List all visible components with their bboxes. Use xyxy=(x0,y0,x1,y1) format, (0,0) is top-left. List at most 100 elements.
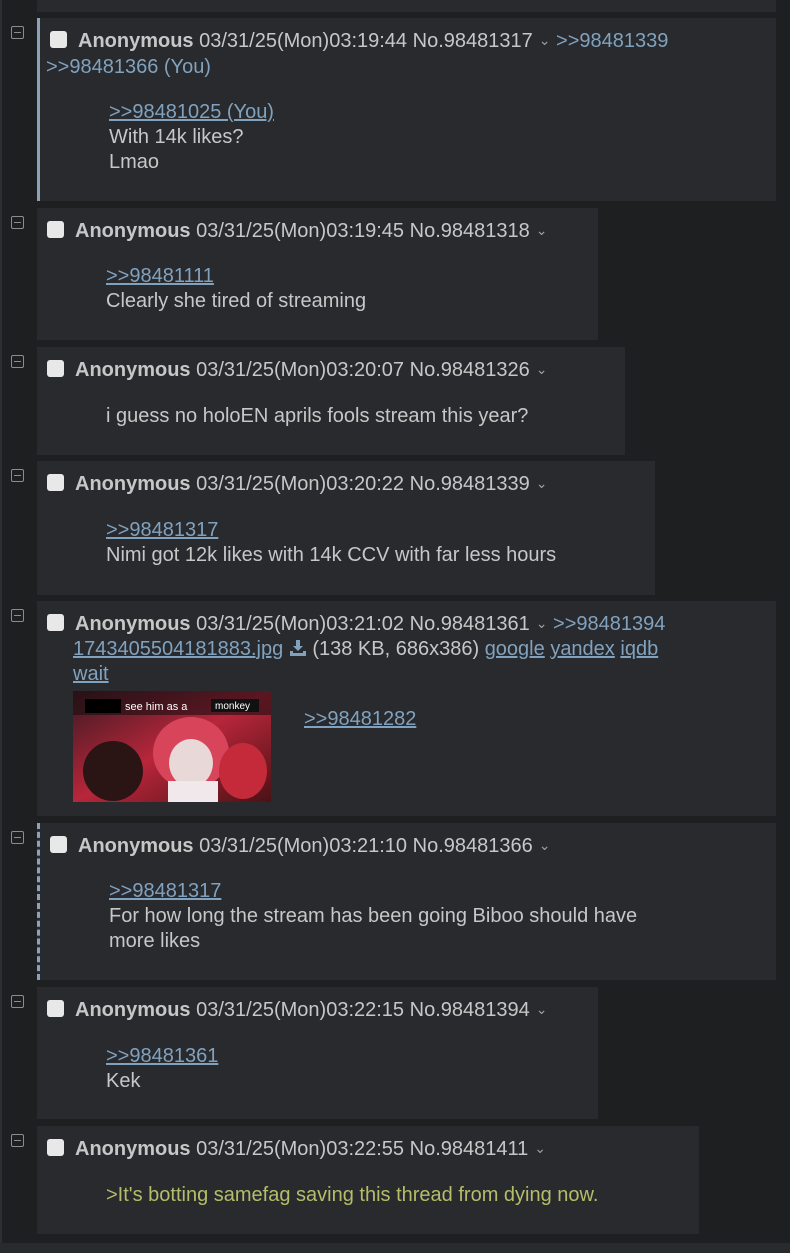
post-number[interactable]: No.98481411 xyxy=(410,1138,529,1160)
chevron-down-icon[interactable]: ⌄ xyxy=(536,475,548,491)
post-date: 03/31/25(Mon)03:20:22 xyxy=(196,473,405,495)
thumbnail-caption: see him as a xyxy=(125,701,188,713)
post-message: >>98481025 (You) With 14k likes? Lmao xyxy=(109,100,274,175)
message-line: more likes xyxy=(109,930,201,952)
post-checkbox[interactable] xyxy=(50,836,67,853)
post-date: 03/31/25(Mon)03:22:55 xyxy=(196,1138,405,1160)
post-message: >>98481317 For how long the stream has b… xyxy=(109,879,637,954)
post-header: Anonymous 03/31/25(Mon)03:22:15 No.98481… xyxy=(47,996,547,1023)
poster-name: Anonymous xyxy=(75,473,191,495)
chevron-down-icon[interactable]: ⌄ xyxy=(539,32,551,48)
minus-box-icon[interactable] xyxy=(11,831,24,844)
minus-box-icon[interactable] xyxy=(11,469,24,482)
poster-name: Anonymous xyxy=(75,613,191,635)
chevron-down-icon[interactable]: ⌄ xyxy=(536,1001,548,1017)
minus-box-icon[interactable] xyxy=(11,26,24,39)
minus-box-icon[interactable] xyxy=(11,609,24,622)
reply-container: Anonymous 03/31/25(Mon)03:21:02 No.98481… xyxy=(37,601,776,816)
post-checkbox[interactable] xyxy=(47,474,64,491)
poster-name: Anonymous xyxy=(78,835,194,857)
message-line: For how long the stream has been going B… xyxy=(109,905,638,927)
quote-link[interactable]: >>98481317 xyxy=(109,879,637,904)
backlink[interactable]: >>98481339 xyxy=(556,30,668,52)
post-header: Anonymous 03/31/25(Mon)03:19:44 No.98481… xyxy=(50,27,668,54)
post-date: 03/31/25(Mon)03:19:44 xyxy=(199,30,408,52)
post-header: Anonymous 03/31/25(Mon)03:19:45 No.98481… xyxy=(47,217,547,244)
post-checkbox[interactable] xyxy=(47,360,64,377)
poster-name: Anonymous xyxy=(75,359,191,381)
quote-link[interactable]: >>98481317 xyxy=(106,518,556,543)
post-date: 03/31/25(Mon)03:19:45 xyxy=(196,220,405,242)
message-line: Nimi got 12k likes with 14k CCV with far… xyxy=(106,544,557,566)
backlink[interactable]: >>98481366 (You) xyxy=(46,56,211,78)
reply-container: Anonymous 03/31/25(Mon)03:22:15 No.98481… xyxy=(37,987,598,1119)
poster-name: Anonymous xyxy=(75,999,191,1021)
post-date: 03/31/25(Mon)03:21:02 xyxy=(196,613,405,635)
message-line: With 14k likes? xyxy=(109,126,244,148)
reply-container: Anonymous 03/31/25(Mon)03:21:10 No.98481… xyxy=(37,823,776,980)
post-message: >>98481111 Clearly she tired of streamin… xyxy=(106,264,366,314)
post-message: i guess no holoEN aprils fools stream th… xyxy=(106,404,528,429)
post-message: >>98481282 xyxy=(304,707,416,732)
message-line: Lmao xyxy=(109,151,160,173)
file-name-link[interactable]: 1743405504181883.jpg xyxy=(73,638,283,660)
chevron-down-icon[interactable]: ⌄ xyxy=(536,361,548,377)
post-checkbox[interactable] xyxy=(47,1000,64,1017)
previous-post-edge xyxy=(37,0,776,12)
minus-box-icon[interactable] xyxy=(11,216,24,229)
poster-name: Anonymous xyxy=(75,1138,191,1160)
post-number[interactable]: No.98481317 xyxy=(413,30,533,52)
post-number[interactable]: No.98481394 xyxy=(410,999,530,1021)
quote-link[interactable]: >>98481111 xyxy=(106,264,366,289)
file-info: 1743405504181883.jpg (138 KB, 686x386) g… xyxy=(73,637,658,687)
post-checkbox[interactable] xyxy=(47,1139,64,1156)
post-header: Anonymous 03/31/25(Mon)03:21:10 No.98481… xyxy=(50,832,550,859)
post-header: Anonymous 03/31/25(Mon)03:20:07 No.98481… xyxy=(47,356,547,383)
file-details: (138 KB, 686x386) xyxy=(312,638,480,660)
backlink-row: >>98481366 (You) xyxy=(46,54,211,80)
post-checkbox[interactable] xyxy=(50,31,67,48)
minus-box-icon[interactable] xyxy=(11,995,24,1008)
greentext-line: >It's botting samefag saving this thread… xyxy=(106,1184,599,1206)
quote-link[interactable]: >>98481361 xyxy=(106,1044,218,1069)
post-header: Anonymous 03/31/25(Mon)03:21:02 No.98481… xyxy=(47,610,665,637)
post-number[interactable]: No.98481361 xyxy=(410,613,530,635)
message-line: Clearly she tired of streaming xyxy=(106,290,367,312)
search-wait-link[interactable]: wait xyxy=(73,663,109,685)
search-google-link[interactable]: google xyxy=(485,638,545,660)
post-message: >It's botting samefag saving this thread… xyxy=(106,1183,598,1208)
backlink[interactable]: >>98481394 xyxy=(553,613,665,635)
reply-container: Anonymous 03/31/25(Mon)03:22:55 No.98481… xyxy=(37,1126,699,1234)
poster-name: Anonymous xyxy=(78,30,194,52)
post-checkbox[interactable] xyxy=(47,614,64,631)
page-left-border xyxy=(0,0,2,1253)
message-line: Kek xyxy=(106,1070,141,1092)
minus-box-icon[interactable] xyxy=(11,355,24,368)
chevron-down-icon[interactable]: ⌄ xyxy=(536,222,548,238)
post-number[interactable]: No.98481318 xyxy=(410,220,530,242)
reply-container: Anonymous 03/31/25(Mon)03:20:07 No.98481… xyxy=(37,347,625,455)
chevron-down-icon[interactable]: ⌄ xyxy=(536,615,548,631)
minus-box-icon[interactable] xyxy=(11,1134,24,1147)
quote-link[interactable]: >>98481282 xyxy=(304,707,416,732)
post-number[interactable]: No.98481326 xyxy=(410,359,530,381)
post-date: 03/31/25(Mon)03:22:15 xyxy=(196,999,405,1021)
search-yandex-link[interactable]: yandex xyxy=(550,638,615,660)
reply-container: Anonymous 03/31/25(Mon)03:20:22 No.98481… xyxy=(37,461,655,595)
reply-container: Anonymous 03/31/25(Mon)03:19:45 No.98481… xyxy=(37,208,598,340)
download-icon[interactable] xyxy=(289,640,307,656)
post-message: >>98481317 Nimi got 12k likes with 14k C… xyxy=(106,518,556,568)
post-number[interactable]: No.98481366 xyxy=(413,835,533,857)
post-number[interactable]: No.98481339 xyxy=(410,473,530,495)
post-checkbox[interactable] xyxy=(47,221,64,238)
post-date: 03/31/25(Mon)03:20:07 xyxy=(196,359,405,381)
chevron-down-icon[interactable]: ⌄ xyxy=(539,837,551,853)
reply-container: Anonymous 03/31/25(Mon)03:19:44 No.98481… xyxy=(37,18,776,201)
post-header: Anonymous 03/31/25(Mon)03:20:22 No.98481… xyxy=(47,470,547,497)
post-header: Anonymous 03/31/25(Mon)03:22:55 No.98481… xyxy=(47,1135,546,1162)
chevron-down-icon[interactable]: ⌄ xyxy=(534,1140,546,1156)
next-post-edge xyxy=(0,1243,790,1253)
quote-link[interactable]: >>98481025 (You) xyxy=(109,100,274,125)
search-iqdb-link[interactable]: iqdb xyxy=(620,638,658,660)
image-thumbnail[interactable]: see him as a monkey xyxy=(73,691,271,802)
